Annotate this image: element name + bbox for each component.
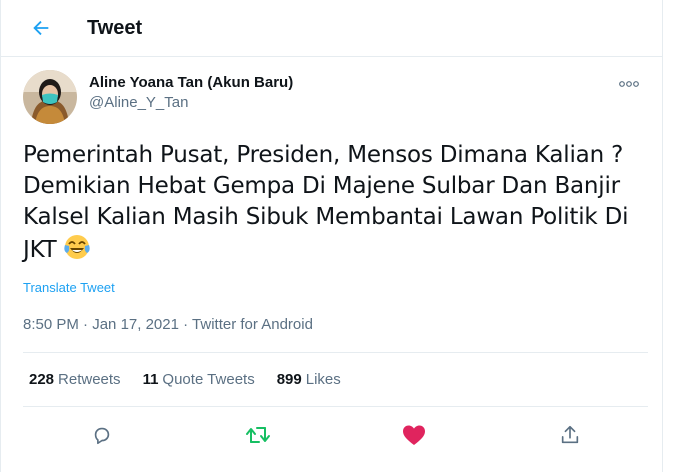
arrow-left-icon <box>33 20 49 36</box>
avatar[interactable] <box>23 70 77 124</box>
heart-icon <box>403 425 425 445</box>
divider <box>23 352 648 353</box>
tweet-stats: 228 Retweets 11 Quote Tweets 899 Likes <box>29 371 363 388</box>
retweets-stat[interactable]: 228 Retweets <box>29 371 121 388</box>
more-button[interactable] <box>614 74 644 94</box>
tweet-source[interactable]: Twitter for Android <box>192 316 313 333</box>
retweet-icon <box>246 427 270 443</box>
tweet-body: Pemerintah Pusat, Presiden, Mensos Diman… <box>23 142 629 263</box>
likes-count: 899 <box>276 371 302 388</box>
back-button[interactable] <box>21 8 61 48</box>
handle[interactable]: @Aline_Y_Tan <box>89 93 293 113</box>
retweets-count: 228 <box>29 371 55 388</box>
page-title: Tweet <box>87 16 143 39</box>
like-button[interactable] <box>397 418 431 452</box>
tweet-text: Pemerintah Pusat, Presiden, Mensos Diman… <box>23 140 638 270</box>
action-bar <box>23 418 648 452</box>
header: Tweet <box>1 0 662 57</box>
avatar-image <box>23 70 77 124</box>
reply-icon <box>94 427 110 445</box>
retweets-label: Retweets <box>58 371 121 388</box>
face-with-tears-of-joy-icon <box>63 233 91 270</box>
divider <box>23 406 648 407</box>
meta-separator: · <box>183 316 189 333</box>
author-names: Aline Yoana Tan (Akun Baru) @Aline_Y_Tan <box>89 73 293 113</box>
more-dots-icon <box>619 81 639 87</box>
quote-tweets-stat[interactable]: 11 Quote Tweets <box>143 371 255 388</box>
likes-label: Likes <box>305 371 341 388</box>
quotes-label: Quote Tweets <box>162 371 255 388</box>
translate-tweet-link[interactable]: Translate Tweet <box>23 280 115 295</box>
tweet-meta: 8:50 PM · Jan 17, 2021 · Twitter for And… <box>23 316 313 333</box>
reply-button[interactable] <box>85 418 119 452</box>
author-row: Aline Yoana Tan (Akun Baru) @Aline_Y_Tan <box>23 70 648 124</box>
tweet-time[interactable]: 8:50 PM <box>23 316 79 333</box>
retweet-button[interactable] <box>241 418 275 452</box>
meta-separator: · <box>83 316 89 333</box>
share-button[interactable] <box>553 418 587 452</box>
tweet-detail-panel: Tweet Aline Yoana Tan (Akun Baru) @Aline… <box>0 0 663 472</box>
likes-stat[interactable]: 899 Likes <box>277 371 341 388</box>
display-name[interactable]: Aline Yoana Tan (Akun Baru) <box>89 73 293 93</box>
tweet-date[interactable]: Jan 17, 2021 <box>92 316 179 333</box>
quotes-count: 11 <box>142 371 159 388</box>
share-icon <box>561 425 579 444</box>
